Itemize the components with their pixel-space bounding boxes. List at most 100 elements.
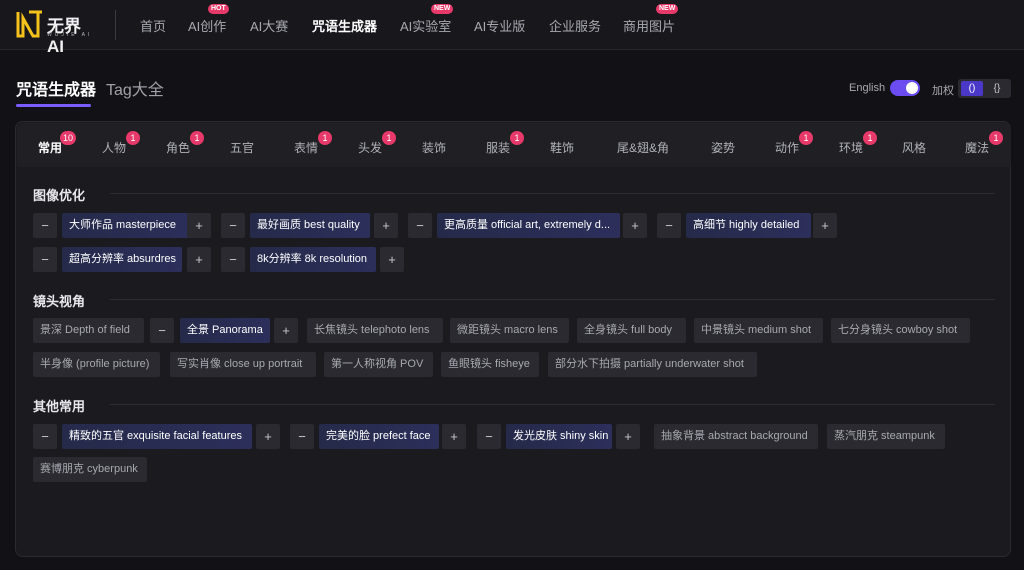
- prompt-tag[interactable]: 七分身镜头 cowboy shot: [831, 318, 970, 343]
- decrease-weight-button[interactable]: −: [477, 424, 501, 449]
- increase-weight-button[interactable]: +: [274, 318, 298, 343]
- increase-weight-button[interactable]: +: [380, 247, 404, 272]
- count-badge: 1: [988, 131, 1003, 145]
- category-tabs: 常用 10 人物 1 角色 1 五官 表情 1 头发 1 装饰 服装 1 鞋饰 尾&翅&角 …: [17, 123, 1011, 167]
- weight-selector: () {}: [958, 79, 1011, 98]
- prompt-tag[interactable]: 超高分辨率 absurdres: [62, 247, 182, 272]
- prompt-tag[interactable]: 半身像 (profile picture): [33, 352, 160, 377]
- new-badge: NEW: [431, 4, 454, 14]
- section-divider: [110, 404, 995, 405]
- tab-tag-list[interactable]: Tag大全: [106, 76, 164, 100]
- section-title: 其他常用: [33, 399, 86, 414]
- category-tab[interactable]: 角色 1: [166, 131, 204, 156]
- prompt-tag[interactable]: 高细节 highly detailed: [686, 213, 811, 238]
- category-tab[interactable]: 表情 1: [294, 131, 332, 156]
- weight-parentheses-button[interactable]: (): [961, 81, 983, 96]
- count-badge: 1: [125, 131, 140, 145]
- prompt-tag[interactable]: 最好画质 best quality: [250, 213, 370, 238]
- tab-prompt-generator[interactable]: 咒语生成器: [16, 76, 96, 100]
- nav-item-prompt-generator[interactable]: 咒语生成器: [312, 16, 377, 35]
- prompt-tag[interactable]: 蒸汽朋克 steampunk: [827, 424, 945, 449]
- prompt-tag[interactable]: 大师作品 masterpiece: [62, 213, 199, 238]
- decrease-weight-button[interactable]: −: [33, 424, 57, 449]
- weight-label: 加权: [932, 85, 954, 97]
- nav-item-home[interactable]: 首页: [140, 16, 166, 35]
- english-toggle[interactable]: [890, 80, 920, 96]
- prompt-tag[interactable]: 赛博朋克 cyberpunk: [33, 457, 147, 482]
- count-badge: 1: [381, 131, 396, 145]
- prompt-tag[interactable]: 全景 Panorama: [180, 318, 270, 343]
- category-tab[interactable]: 魔法 1: [965, 131, 1003, 156]
- increase-weight-button[interactable]: +: [256, 424, 280, 449]
- section-divider: [110, 299, 995, 300]
- category-tab[interactable]: 人物 1: [102, 131, 140, 156]
- decrease-weight-button[interactable]: −: [657, 213, 681, 238]
- decrease-weight-button[interactable]: −: [33, 247, 57, 272]
- english-label: English: [849, 82, 886, 94]
- prompt-tag[interactable]: 景深 Depth of field: [33, 318, 144, 343]
- nav-item-enterprise[interactable]: 企业服务: [549, 16, 601, 35]
- increase-weight-button[interactable]: +: [813, 213, 837, 238]
- hot-badge: HOT: [208, 4, 229, 14]
- category-tab[interactable]: 风格: [902, 139, 926, 156]
- increase-weight-button[interactable]: +: [187, 247, 211, 272]
- category-tab[interactable]: 五官: [230, 139, 254, 156]
- prompt-tag[interactable]: 发光皮肤 shiny skin: [506, 424, 612, 449]
- category-tab[interactable]: 尾&翅&角: [617, 139, 669, 156]
- weight-braces-button[interactable]: {}: [986, 81, 1008, 96]
- increase-weight-button[interactable]: +: [374, 213, 398, 238]
- category-tab[interactable]: 环境 1: [839, 131, 877, 156]
- prompt-tag[interactable]: 8k分辨率 8k resolution: [250, 247, 376, 272]
- new-badge: NEW: [656, 4, 679, 14]
- prompt-tag[interactable]: 鱼眼镜头 fisheye: [441, 352, 539, 377]
- decrease-weight-button[interactable]: −: [150, 318, 174, 343]
- top-navbar: 无界AI WUJIE AI 首页 AI创作 HOT AI大赛 咒语生成器 AI实验…: [0, 0, 1024, 56]
- increase-weight-button[interactable]: +: [442, 424, 466, 449]
- section-title: 镜头视角: [33, 294, 86, 309]
- category-tab[interactable]: 动作 1: [775, 131, 813, 156]
- decrease-weight-button[interactable]: −: [221, 213, 245, 238]
- decrease-weight-button[interactable]: −: [33, 213, 57, 238]
- prompt-panel: 常用 10 人物 1 角色 1 五官 表情 1 头发 1 装饰 服装 1 鞋饰 尾&翅&角 …: [15, 121, 1011, 557]
- nav-item-ai-lab[interactable]: AI实验室 NEW: [400, 4, 454, 35]
- logo-icon: [16, 10, 42, 38]
- increase-weight-button[interactable]: +: [187, 213, 211, 238]
- category-tab[interactable]: 服装 1: [486, 131, 524, 156]
- count-badge: 1: [189, 131, 204, 145]
- count-badge: 1: [862, 131, 877, 145]
- count-badge: 1: [509, 131, 524, 145]
- decrease-weight-button[interactable]: −: [221, 247, 245, 272]
- nav-item-commercial-images[interactable]: 商用图片 NEW: [623, 4, 679, 35]
- toggle-knob: [906, 82, 918, 94]
- prompt-tag[interactable]: 微距镜头 macro lens: [450, 318, 569, 343]
- nav-item-ai-create[interactable]: AI创作 HOT: [188, 4, 229, 35]
- prompt-tag[interactable]: 长焦镜头 telephoto lens: [307, 318, 443, 343]
- section-title: 图像优化: [33, 188, 86, 203]
- prompt-tag[interactable]: 更高质量 official art, extremely d...: [437, 213, 620, 238]
- active-tab-indicator: [16, 104, 91, 107]
- prompt-tag[interactable]: 全身镜头 full body: [577, 318, 686, 343]
- category-tab[interactable]: 头发 1: [358, 131, 396, 156]
- prompt-tag[interactable]: 完美的脸 prefect face: [319, 424, 439, 449]
- prompt-tag[interactable]: 中景镜头 medium shot: [694, 318, 823, 343]
- prompt-tag[interactable]: 写实肖像 close up portrait: [170, 352, 316, 377]
- prompt-tag[interactable]: 部分水下拍摄 partially underwater shot: [548, 352, 757, 377]
- increase-weight-button[interactable]: +: [623, 213, 647, 238]
- category-tab[interactable]: 姿势: [711, 139, 735, 156]
- decrease-weight-button[interactable]: −: [408, 213, 432, 238]
- category-tab[interactable]: 装饰: [422, 139, 446, 156]
- nav-item-ai-contest[interactable]: AI大赛: [250, 16, 288, 35]
- prompt-tag[interactable]: 抽象背景 abstract background: [654, 424, 818, 449]
- nav-divider: [115, 10, 116, 40]
- category-tab[interactable]: 常用 10: [38, 131, 77, 156]
- logo-subtext: WUJIE AI: [47, 32, 93, 38]
- count-badge: 1: [317, 131, 332, 145]
- prompt-tag[interactable]: 精致的五官 exquisite facial features: [62, 424, 252, 449]
- nav-item-ai-pro[interactable]: AI专业版: [474, 16, 525, 35]
- decrease-weight-button[interactable]: −: [290, 424, 314, 449]
- category-tab[interactable]: 鞋饰: [550, 139, 574, 156]
- increase-weight-button[interactable]: +: [616, 424, 640, 449]
- logo[interactable]: 无界AI WUJIE AI: [15, 8, 97, 56]
- prompt-tag[interactable]: 第一人称视角 POV: [324, 352, 433, 377]
- count-badge: 10: [59, 131, 77, 145]
